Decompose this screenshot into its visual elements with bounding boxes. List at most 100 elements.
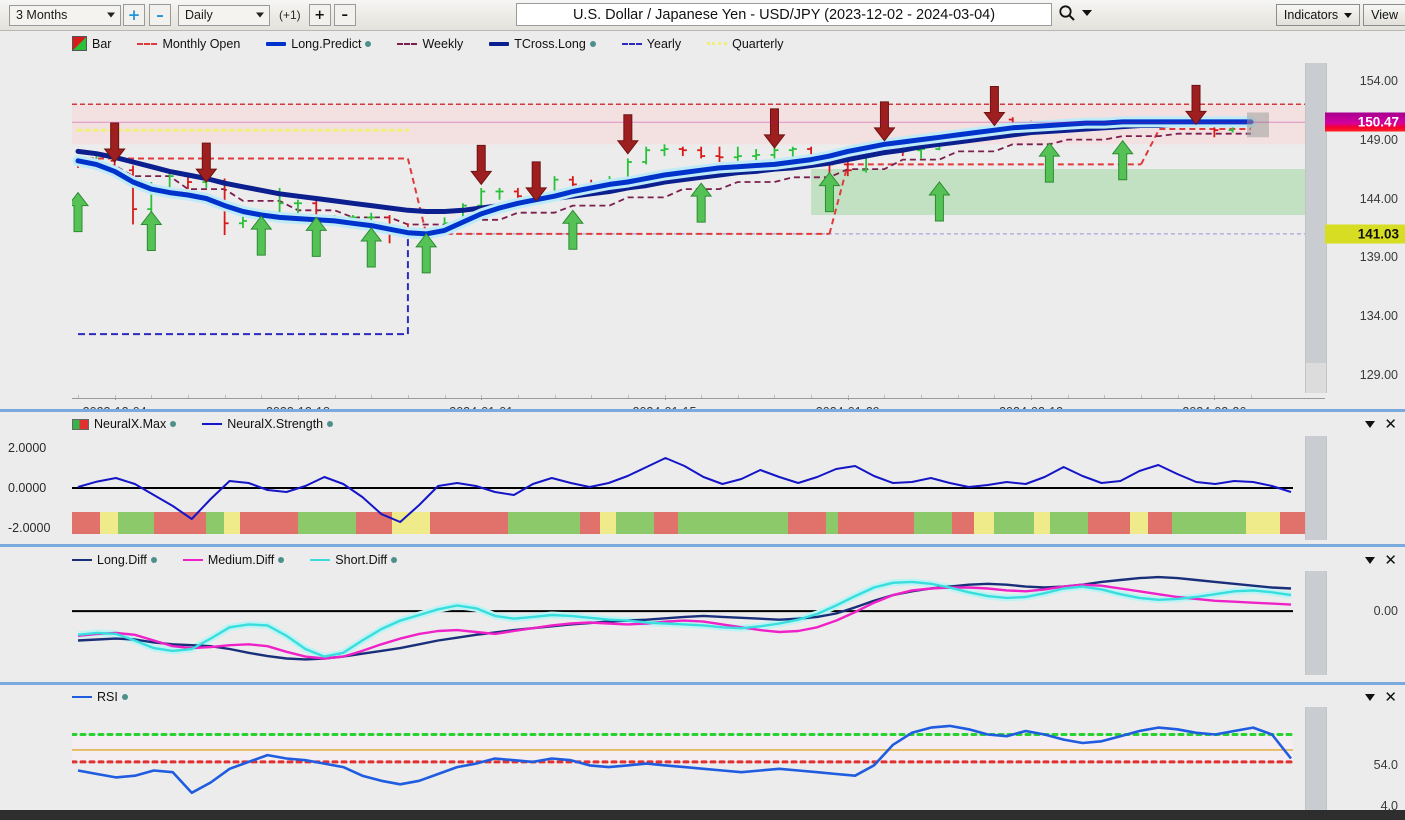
close-icon[interactable]: ✕ (1384, 417, 1397, 432)
interval-select-value: Daily (185, 8, 213, 22)
legend-item-label: TCross.Long (514, 36, 586, 51)
indicator-settings-dot-icon[interactable] (278, 557, 285, 563)
legend-item-tcross-long[interactable]: TCross.Long (489, 37, 596, 51)
legend-item-weekly[interactable]: Weekly (397, 37, 463, 51)
scrollbar-thumb[interactable] (1306, 436, 1326, 540)
legend-item-monthly-open[interactable]: Monthly Open (137, 37, 240, 51)
close-icon[interactable]: ✕ (1384, 690, 1397, 705)
view-button[interactable]: View (1363, 4, 1405, 26)
neuralx-legend: NeuralX.Max NeuralX.Strength (72, 417, 359, 431)
indicators-label: Indicators (1283, 8, 1339, 22)
chevron-down-icon[interactable] (1365, 420, 1376, 428)
close-icon[interactable]: ✕ (1384, 553, 1397, 568)
price-y-tick: 154.00 (1359, 73, 1398, 88)
rsi-y-axis: 54.0 4.0 (1325, 707, 1405, 813)
rsi-legend: RSI (72, 690, 154, 704)
offset-decrease-button[interactable]: – (333, 4, 356, 26)
rsi-plot-area[interactable] (72, 707, 1305, 810)
indicator-settings-dot-icon[interactable] (327, 421, 334, 427)
diff-panel: Long.Diff Medium.Diff Short.Diff ✕ 0.00 (0, 547, 1405, 681)
rsi-scrollbar[interactable] (1305, 707, 1327, 810)
legend-item-neuralx-max[interactable]: NeuralX.Max (72, 417, 177, 431)
indicator-settings-dot-icon[interactable] (170, 421, 177, 427)
diff-y-axis: 0.00 (1325, 571, 1405, 675)
indicator-settings-dot-icon[interactable] (589, 40, 596, 47)
price-y-tick: 144.00 (1359, 191, 1398, 206)
dashed-line-swatch-icon (621, 42, 642, 45)
interval-select[interactable]: Daily (178, 4, 270, 26)
dotted-line-swatch-icon (707, 42, 728, 45)
legend-item-short-diff[interactable]: Short.Diff (310, 553, 398, 567)
line-swatch-icon (310, 559, 331, 561)
scrollbar-thumb[interactable] (1306, 571, 1326, 675)
neuralx-plot-area[interactable] (72, 436, 1305, 540)
price-y-tick: 149.00 (1359, 132, 1398, 147)
indicator-settings-dot-icon[interactable] (121, 694, 128, 700)
rsi-panel-controls: ✕ (1365, 690, 1397, 705)
chevron-down-icon[interactable] (1365, 556, 1376, 564)
legend-item-rsi[interactable]: RSI (72, 690, 128, 704)
legend-item-label: Long.Predict (291, 36, 362, 51)
diff-plot-area[interactable] (72, 571, 1305, 675)
price-y-tick: 134.00 (1359, 309, 1398, 324)
price-plot-area[interactable] (72, 63, 1325, 393)
neuralx-y-tick: -2.0000 (8, 521, 51, 535)
price-chart-scrollbar[interactable] (1305, 63, 1327, 393)
chevron-down-icon[interactable] (1082, 10, 1092, 16)
offset-increase-button[interactable]: + (308, 4, 331, 26)
current-price-tag: 150.47 (1325, 112, 1405, 132)
chevron-down-icon (107, 12, 115, 18)
range-select-value: 3 Months (16, 8, 68, 22)
price-y-axis: 154.00 149.00 144.00 139.00 134.00 129.00 150.… (1325, 63, 1405, 393)
line-swatch-icon (72, 559, 92, 561)
indicators-button[interactable]: Indicators (1275, 4, 1361, 26)
legend-item-label: Yearly (646, 36, 682, 51)
range-zoom-in-button[interactable]: + (123, 4, 145, 26)
line-swatch-icon (72, 696, 92, 698)
indicator-settings-dot-icon[interactable] (150, 557, 157, 563)
legend-item-label: Bar (92, 36, 112, 51)
legend-item-yearly[interactable]: Yearly (621, 36, 682, 51)
scrollbar-thumb[interactable] (1306, 707, 1326, 810)
legend-item-quarterly[interactable]: Quarterly (707, 36, 784, 51)
chevron-down-icon[interactable] (1365, 693, 1376, 701)
legend-item-label: NeuralX.Strength (227, 417, 324, 431)
view-label: View (1371, 8, 1398, 22)
indicator-settings-dot-icon[interactable] (365, 40, 372, 47)
line-swatch-icon (182, 559, 203, 561)
legend-item-label: Quarterly (732, 36, 784, 51)
diff-panel-controls: ✕ (1365, 553, 1397, 568)
toolbar-right-group: Indicators View (1275, 0, 1405, 30)
neuralx-panel-controls: ✕ (1365, 417, 1397, 432)
diff-scrollbar[interactable] (1305, 571, 1327, 675)
bar-icon (72, 36, 87, 51)
window-bottom-bar (0, 810, 1405, 820)
price-y-tick: 139.00 (1359, 250, 1398, 265)
legend-item-medium-diff[interactable]: Medium.Diff (182, 553, 285, 567)
range-select[interactable]: 3 Months (9, 4, 121, 26)
search-icon[interactable] (1058, 4, 1076, 22)
rsi-y-tick: 54.0 (1373, 758, 1398, 772)
plus-icon: + (127, 5, 141, 24)
x-axis-line (72, 398, 1325, 399)
legend-item-long-predict[interactable]: Long.Predict (266, 36, 372, 51)
main-toolbar: 3 Months + – Daily (+1) + – U.S. Dollar … (0, 0, 1405, 31)
scrollbar-thumb[interactable] (1306, 63, 1326, 363)
line-swatch-icon (202, 423, 223, 425)
legend-item-long-diff[interactable]: Long.Diff (72, 553, 157, 567)
legend-item-bar[interactable]: Bar (72, 36, 111, 51)
neuralx-scrollbar[interactable] (1305, 436, 1327, 540)
price-y-tick: 129.00 (1359, 368, 1398, 383)
legend-item-neuralx-strength[interactable]: NeuralX.Strength (202, 417, 334, 431)
legend-item-label: RSI (97, 690, 118, 704)
price-chart-legend: Bar Monthly Open Long.Predict Weekly TCross.… (72, 36, 810, 51)
minus-icon: – (341, 7, 348, 23)
chevron-down-icon (1344, 12, 1353, 18)
diff-legend: Long.Diff Medium.Diff Short.Diff (72, 553, 423, 567)
neuralx-panel: NeuralX.Max NeuralX.Strength ✕ 2.0000 0.00… (0, 412, 1405, 543)
indicator-settings-dot-icon[interactable] (391, 557, 398, 563)
symbol-input[interactable]: U.S. Dollar / Japanese Yen - USD/JPY (20… (516, 3, 1052, 26)
legend-item-label: Medium.Diff (207, 553, 275, 567)
range-zoom-out-button[interactable]: – (149, 4, 171, 26)
dashed-line-swatch-icon (397, 42, 418, 45)
